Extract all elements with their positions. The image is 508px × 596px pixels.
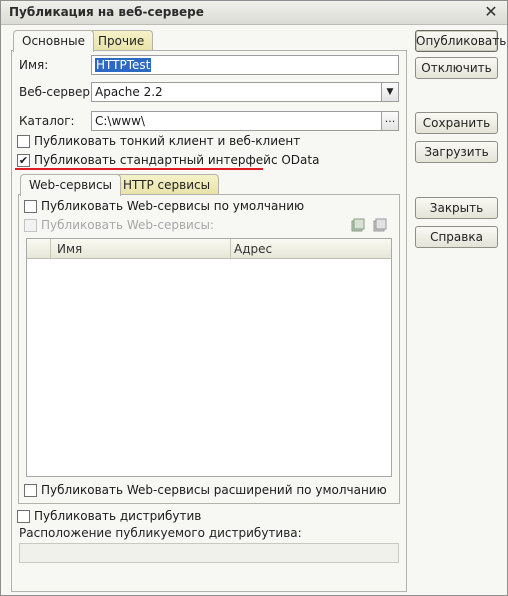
publish-odata-checkbox[interactable]: ✔	[17, 154, 30, 167]
name-input[interactable]: HTTPTest	[91, 55, 399, 75]
publish-distrib-label: Публиковать дистрибутив	[34, 509, 202, 523]
publish-thin-client-row[interactable]: Публиковать тонкий клиент и веб-клиент	[17, 134, 300, 150]
publish-button[interactable]: Опубликовать	[415, 30, 506, 52]
publish-distrib-row[interactable]: Публиковать дистрибутив	[17, 509, 217, 525]
catalog-input[interactable]: C:\www\ ...	[91, 111, 399, 131]
window-title: Публикация на веб-сервере	[9, 5, 204, 19]
tab-web-services-label: Web-сервисы	[29, 178, 113, 192]
tab-main[interactable]: Основные	[13, 30, 95, 52]
ws-publish-default-row[interactable]: Публиковать Web-сервисы по умолчанию	[24, 199, 304, 215]
tab-other-label: Прочие	[98, 34, 145, 48]
help-button[interactable]: Справка	[415, 226, 498, 248]
ws-ext-default-row[interactable]: Публиковать Web-сервисы расширений по ум…	[24, 483, 387, 499]
ws-publish-row[interactable]: Публиковать Web-сервисы:	[24, 218, 214, 234]
webserver-value: Apache 2.2	[95, 85, 163, 99]
catalog-browse-button[interactable]: ...	[381, 112, 398, 130]
publish-thin-client-checkbox[interactable]	[17, 135, 30, 148]
odata-highlight-underline	[15, 168, 263, 170]
ws-ext-default-checkbox[interactable]	[24, 484, 37, 497]
distrib-location-label: Расположение публикуемого дистрибутива:	[19, 526, 302, 540]
tab-http-services-label: HTTP сервисы	[123, 178, 211, 192]
web-services-table[interactable]: Имя Адрес	[26, 238, 392, 477]
tab-http-services[interactable]: HTTP сервисы	[114, 174, 220, 195]
publish-dialog: Публикация на веб-сервере ✕ Основные Про…	[0, 0, 508, 596]
close-icon[interactable]: ✕	[483, 4, 499, 20]
column-header-name[interactable]: Имя	[57, 242, 82, 256]
table-header: Имя Адрес	[27, 239, 391, 259]
column-separator	[230, 239, 231, 259]
load-button[interactable]: Загрузить	[415, 141, 498, 163]
table-header-gutter	[27, 239, 51, 259]
column-header-address[interactable]: Адрес	[234, 242, 272, 256]
webserver-label: Веб-сервер:	[19, 85, 95, 99]
tab-main-label: Основные	[22, 34, 86, 48]
catalog-label: Каталог:	[19, 114, 75, 128]
publish-distrib-checkbox[interactable]	[17, 510, 30, 523]
save-button[interactable]: Сохранить	[415, 112, 498, 134]
title-bar: Публикация на веб-сервере ✕	[1, 1, 507, 25]
name-value: HTTPTest	[95, 58, 152, 72]
ws-ext-default-label: Публиковать Web-сервисы расширений по ум…	[41, 483, 387, 497]
ws-publish-default-checkbox[interactable]	[24, 200, 37, 213]
close-button[interactable]: Закрыть	[415, 197, 498, 219]
ws-publish-default-label: Публиковать Web-сервисы по умолчанию	[41, 199, 305, 213]
ws-publish-checkbox[interactable]	[24, 219, 37, 232]
unpublish-button[interactable]: Отключить	[415, 57, 498, 79]
publish-thin-client-label: Публиковать тонкий клиент и веб-клиент	[34, 134, 301, 148]
tab-web-services[interactable]: Web-сервисы	[20, 174, 122, 196]
name-label: Имя:	[19, 58, 49, 72]
tab-other[interactable]: Прочие	[89, 30, 154, 51]
publish-odata-row[interactable]: ✔ Публиковать стандартный интерфейс ODat…	[17, 153, 319, 169]
uncheck-all-icon[interactable]	[373, 218, 387, 232]
ws-publish-label: Публиковать Web-сервисы:	[41, 218, 214, 232]
catalog-value: C:\www\	[95, 114, 145, 128]
webserver-select[interactable]: Apache 2.2 ▼	[91, 82, 399, 102]
chevron-down-icon[interactable]: ▼	[381, 83, 398, 101]
check-all-icon[interactable]	[351, 218, 365, 232]
distrib-location-input[interactable]	[19, 543, 399, 563]
publish-odata-label: Публиковать стандартный интерфейс OData	[34, 153, 320, 167]
